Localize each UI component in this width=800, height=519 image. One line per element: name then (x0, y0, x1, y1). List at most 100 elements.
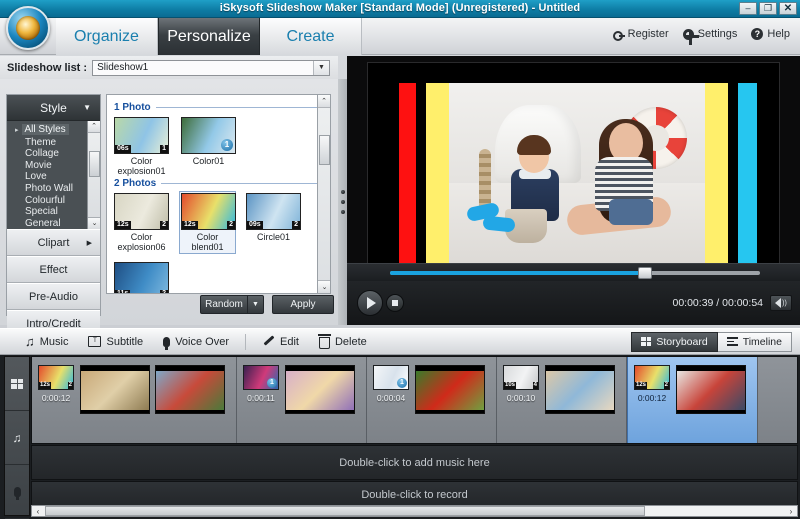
storyboard-view-button[interactable]: Storyboard (631, 332, 717, 352)
splitter-dot (341, 200, 345, 204)
random-button[interactable]: Random (200, 295, 247, 314)
stop-icon (392, 300, 398, 306)
style-section-header[interactable]: Style ▼ (7, 95, 100, 121)
storyboard-clip-group[interactable]: 10:00:04 (367, 357, 497, 443)
style-thumbnail[interactable]: 09s2Circle01 (246, 193, 301, 252)
register-button[interactable]: Register (613, 28, 669, 40)
scroll-down-icon[interactable]: ⌄ (318, 280, 331, 293)
style-header-label: Style (40, 101, 67, 115)
register-label: Register (628, 28, 669, 40)
timeline-view-button[interactable]: Timeline (718, 332, 792, 352)
preview-photo (449, 83, 705, 269)
storyboard-photo[interactable] (80, 365, 150, 414)
scroll-thumb[interactable] (319, 135, 330, 165)
play-button[interactable] (357, 290, 383, 316)
storyboard-photo[interactable] (545, 365, 615, 414)
storyboard-clip-group[interactable]: 10s4 0:00:10 (497, 357, 627, 443)
storyboard-photo[interactable] (285, 365, 355, 414)
help-button[interactable]: ? Help (751, 28, 790, 40)
scroll-right-icon[interactable]: › (785, 507, 797, 516)
storyboard-track-icon[interactable] (5, 357, 29, 411)
delete-button[interactable]: Delete (309, 328, 377, 355)
clip-duration-label: 0:00:12 (38, 393, 74, 403)
clip-duration-label: 0:00:11 (243, 393, 279, 403)
clip-duration-label: 0:00:10 (503, 393, 539, 403)
clip-style-card[interactable]: 10:00:04 (373, 365, 409, 403)
slideshow-list-row: Slideshow list : Slideshow1 ▼ (0, 56, 338, 79)
music-track-icon[interactable]: ♫ (5, 411, 29, 465)
slideshow-list-combobox[interactable]: Slideshow1 ▼ (92, 60, 330, 76)
sidebar-button-pre-audio[interactable]: Pre-Audio (7, 283, 100, 310)
record-track[interactable]: Double-click to record (31, 481, 798, 508)
style-tree[interactable]: All StylesThemeCollageMovieLovePhoto Wal… (7, 121, 100, 229)
style-grid-scrollbar[interactable]: ⌃ ⌄ (317, 95, 330, 293)
subtitle-button[interactable]: T Subtitle (78, 328, 153, 355)
storyboard-photo[interactable] (676, 365, 746, 414)
clip-photo-count-badge: 2 (664, 382, 669, 389)
storyboard-clip-group[interactable]: 1 0:00:11 (237, 357, 367, 443)
style-group-header: 2 Photos (114, 178, 323, 189)
maximize-button[interactable]: ❐ (759, 2, 777, 15)
clip-photo-count-badge: 4 (533, 382, 538, 389)
clip-style-card[interactable]: 12s20:00:12 (634, 365, 670, 403)
key-icon (613, 29, 624, 40)
style-thumbnail[interactable]: 06s1Color explosion01 (114, 117, 169, 176)
settings-button[interactable]: Settings (683, 28, 738, 40)
clip-style-card[interactable]: 12s2 0:00:12 (38, 365, 74, 403)
seek-slider[interactable] (390, 271, 760, 275)
minimize-button[interactable]: – (739, 2, 757, 15)
chevron-down-icon[interactable]: ▼ (313, 61, 329, 75)
voice-track-icon[interactable] (5, 465, 29, 519)
random-dropdown-icon[interactable]: ▼ (247, 295, 264, 314)
scroll-thumb[interactable] (45, 506, 645, 516)
clip-style-thumbnail: 1 (243, 365, 279, 390)
style-thumbnail[interactable]: 12s2Color blend01 (180, 192, 235, 253)
scroll-up-icon[interactable]: ⌃ (318, 95, 330, 108)
preview-stage[interactable] (367, 62, 780, 288)
storyboard-photo[interactable] (415, 365, 485, 414)
stop-button[interactable] (386, 294, 404, 312)
close-button[interactable]: ✕ (779, 2, 797, 15)
storyboard-area: ♫ 12s2 0:00:12 1 0:00:11 10:00:04 10s4 0:00:10… (0, 355, 800, 519)
scroll-down-icon[interactable]: ⌄ (88, 217, 100, 229)
clip-style-thumbnail: 10s4 (503, 365, 539, 390)
application-window: iSkysoft Slideshow Maker [Standard Mode]… (0, 0, 800, 519)
speaker-icon (775, 298, 781, 308)
panel-splitter[interactable] (338, 79, 347, 325)
style-thumbnail[interactable]: 11s2Circle02 (114, 262, 169, 294)
speaker-waves-icon: )) (782, 300, 787, 307)
volume-button[interactable]: )) (770, 295, 792, 311)
style-thumbnail-label: Color01 (181, 156, 236, 166)
scroll-up-icon[interactable]: ⌃ (88, 121, 100, 133)
tab-create[interactable]: Create (260, 18, 362, 55)
storyboard-photo[interactable] (155, 365, 225, 414)
title-bar: iSkysoft Slideshow Maker [Standard Mode]… (0, 0, 800, 18)
music-button[interactable]: ♫ Music (15, 328, 78, 355)
storyboard-clip-group[interactable]: 12s2 0:00:12 (32, 357, 237, 443)
tab-organize[interactable]: Organize (56, 18, 158, 55)
clip-style-card[interactable]: 10s4 0:00:10 (503, 365, 539, 403)
storyboard-horizontal-scrollbar[interactable]: ‹ › (31, 505, 798, 517)
header-actions: Register Settings ? Help (613, 28, 790, 40)
voice-over-button[interactable]: Voice Over (153, 328, 239, 355)
style-thumbnail[interactable]: 12s2Color explosion06 (114, 193, 169, 252)
seek-handle[interactable] (638, 267, 652, 279)
style-thumbnail[interactable]: 1Color01 (181, 117, 236, 176)
style-tree-scrollbar[interactable]: ⌃ ⌄ (87, 121, 100, 229)
tab-personalize[interactable]: Personalize (158, 18, 260, 55)
view-toggle: Storyboard Timeline (631, 332, 792, 352)
edit-button[interactable]: Edit (252, 328, 309, 355)
scroll-thumb[interactable] (89, 151, 100, 177)
clip-style-thumbnail: 12s2 (38, 365, 74, 390)
scroll-left-icon[interactable]: ‹ (32, 507, 44, 516)
sidebar-button-clipart[interactable]: Clipart▶ (7, 229, 100, 256)
storyboard-clip-group[interactable]: 12s20:00:12 (627, 357, 758, 443)
storyboard-strip[interactable]: 12s2 0:00:12 1 0:00:11 10:00:04 10s4 0:00:10 1 2… (31, 356, 798, 444)
apply-button[interactable]: Apply (272, 295, 334, 314)
sidebar-button-effect[interactable]: Effect (7, 256, 100, 283)
style-group-title: 1 Photo (114, 102, 151, 113)
clip-style-card[interactable]: 1 0:00:11 (243, 365, 279, 403)
subtitle-icon: T (88, 336, 101, 347)
music-track[interactable]: Double-click to add music here (31, 445, 798, 480)
style-thumbnail-image: 09s2 (246, 193, 301, 230)
